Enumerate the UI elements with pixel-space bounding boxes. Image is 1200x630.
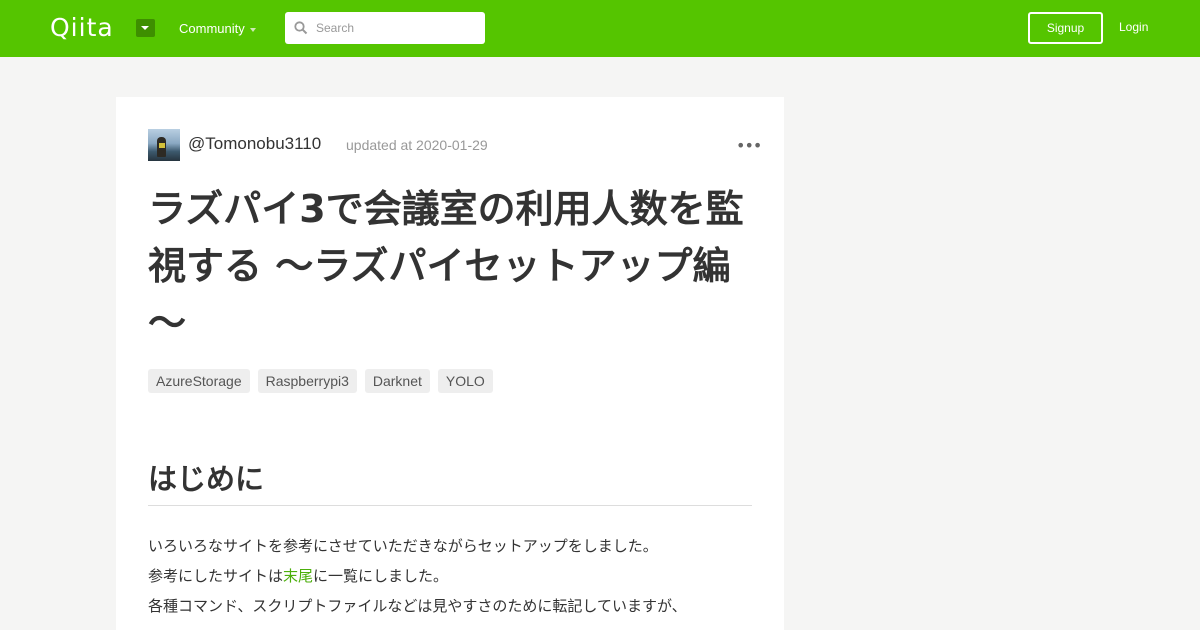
article-body: いろいろなサイトを参考にさせていただきながらセットアップをしました。 参考にした… bbox=[148, 531, 758, 621]
tag-azurestorage[interactable]: AzureStorage bbox=[148, 369, 250, 393]
article-title: ラズパイ3で会議室の利用人数を監視する ～ラズパイセットアップ編～ bbox=[148, 187, 744, 345]
search-box[interactable] bbox=[285, 12, 485, 44]
tag-raspberrypi3[interactable]: Raspberrypi3 bbox=[257, 369, 357, 393]
login-link[interactable]: Login bbox=[1119, 20, 1148, 34]
signup-button[interactable]: Signup bbox=[1028, 12, 1103, 44]
paragraph-line-3: 各種コマンド、スクリプトファイルなどは見やすさのために転記していますが、 bbox=[148, 597, 687, 615]
author-name[interactable]: @Tomonobu3110 bbox=[188, 134, 321, 154]
chevron-down-icon[interactable] bbox=[250, 28, 256, 32]
tag-darknet[interactable]: Darknet bbox=[364, 369, 430, 393]
search-icon bbox=[294, 21, 308, 35]
service-menu-dropdown[interactable] bbox=[136, 19, 155, 37]
tag-list: AzureStorage Raspberrypi3 Darknet YOLO bbox=[148, 369, 493, 393]
paragraph-line-1: いろいろなサイトを参考にさせていただきながらセットアップをしました。 bbox=[148, 537, 658, 555]
updated-date: updated at 2020-01-29 bbox=[346, 137, 488, 153]
section-heading: はじめに bbox=[148, 459, 752, 506]
top-navbar: Qiita Community Signup Login bbox=[0, 0, 1200, 57]
author-avatar[interactable] bbox=[148, 129, 180, 161]
avatar-accent bbox=[159, 143, 165, 148]
references-link[interactable]: 末尾 bbox=[283, 567, 313, 585]
tag-yolo[interactable]: YOLO bbox=[437, 369, 493, 393]
paragraph-text: に一覧にしました。 bbox=[313, 567, 449, 585]
paragraph-line-2: 参考にしたサイトは末尾に一覧にしました。 bbox=[148, 561, 758, 591]
paragraph-text: 参考にしたサイトは bbox=[148, 567, 284, 585]
caret-down-icon bbox=[141, 26, 149, 30]
qiita-logo[interactable]: Qiita bbox=[50, 12, 114, 44]
community-menu[interactable]: Community bbox=[179, 21, 245, 36]
article-card: @Tomonobu3110 updated at 2020-01-29 ••• … bbox=[116, 97, 784, 630]
search-input[interactable] bbox=[316, 18, 476, 38]
more-options-icon[interactable]: ••• bbox=[736, 138, 762, 154]
